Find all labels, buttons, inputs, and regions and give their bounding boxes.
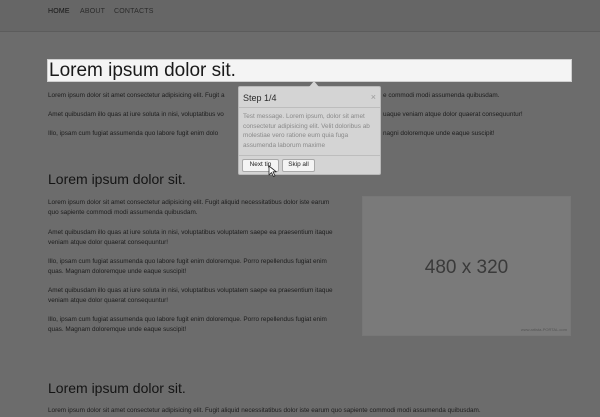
tour-step-title: Step 1/4 <box>243 93 277 103</box>
mouse-cursor-icon <box>268 165 277 177</box>
section-paragraph-6: Lorem ipsum dolor sit amet consectetur a… <box>48 407 481 414</box>
nav-about-link[interactable]: ABOUT <box>80 8 105 15</box>
tour-popover: Step 1/4 × Test message. Lorem ipsum, do… <box>238 81 381 175</box>
hero-paragraph-2: Amet quibusdam illo quas at iure soluta … <box>48 111 224 118</box>
divider <box>239 107 380 108</box>
skip-all-button[interactable]: Skip all <box>282 159 315 172</box>
section-paragraph-2: Amet quibusdam illo quas at iure soluta … <box>48 229 333 246</box>
section-paragraph-1: Lorem ipsum dolor sit amet consectetur a… <box>48 199 330 216</box>
section-paragraph-4: Amet quibusdam illo quas at iure soluta … <box>48 287 333 304</box>
section-paragraph-5: Illo, ipsam cum fugiat assumenda quo lab… <box>48 316 327 333</box>
section-heading: Lorem ipsum dolor sit. <box>48 171 186 187</box>
nav-home-link[interactable]: HOME <box>48 8 70 15</box>
highlighted-page-title: Lorem ipsum dolor sit. <box>47 59 572 82</box>
close-icon[interactable]: × <box>371 92 376 102</box>
section-paragraph-3: Illo, ipsam cum fugiat assumenda quo lab… <box>48 258 327 275</box>
popover-arrow <box>309 81 319 87</box>
placeholder-size-text: 480 x 320 <box>424 257 509 278</box>
divider <box>239 155 380 156</box>
section-heading-2: Lorem ipsum dolor sit. <box>48 380 186 396</box>
hero-paragraph-2-end: uaque veniam atque dolor quaerat consequ… <box>383 111 523 118</box>
navbar: HOME ABOUT CONTACTS <box>0 0 600 32</box>
tour-message: Test message. Lorem ipsum, dolor sit ame… <box>243 113 370 149</box>
hero-paragraph-3: Illo, ipsam cum fugiat assumenda quo lab… <box>48 130 219 137</box>
placeholder-image: 480 x 320 www.artista-PORTAL.com <box>362 196 571 336</box>
hero-paragraph-3-end: nagni doloremque unde eaque suscipit! <box>383 130 495 137</box>
hero-paragraph-1: Lorem ipsum dolor sit amet consectetur a… <box>48 92 225 99</box>
placeholder-credit: www.artista-PORTAL.com <box>520 327 567 332</box>
hero-paragraph-1-end: e commodi modi assumenda quibusdam. <box>383 92 500 99</box>
nav-contacts-link[interactable]: CONTACTS <box>114 8 154 15</box>
